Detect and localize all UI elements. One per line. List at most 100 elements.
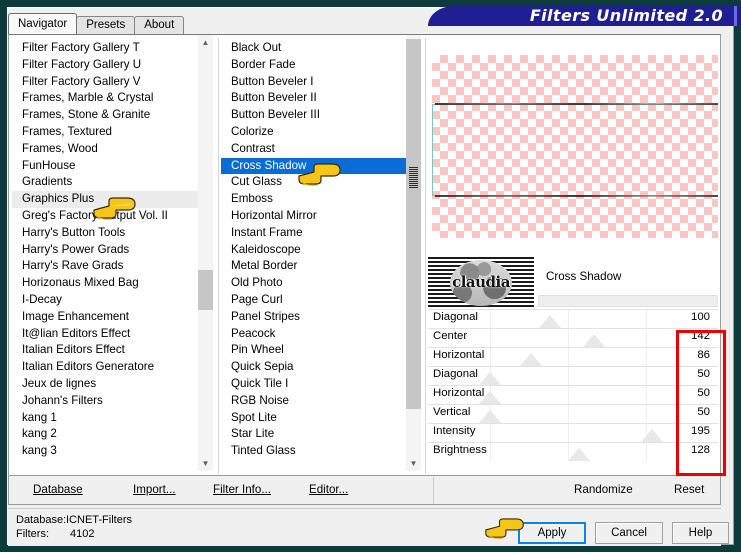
slider-value[interactable]: 50 — [697, 406, 710, 418]
filter-scroll-thumb[interactable] — [406, 39, 421, 409]
slider-value[interactable]: 128 — [691, 444, 710, 456]
category-list-item[interactable]: kang 2 — [12, 426, 200, 443]
filter-list-item[interactable]: Colorize — [221, 124, 406, 141]
action-bar-divider — [433, 477, 434, 504]
slider-row[interactable]: Vertical 50 — [428, 404, 718, 423]
filter-list-scrollbar[interactable]: ▲ ▼ — [406, 35, 421, 471]
category-scroll-thumb[interactable] — [198, 270, 213, 310]
category-list-item[interactable]: Gradients — [12, 174, 200, 191]
database-button[interactable]: Database — [33, 483, 83, 496]
filter-list-item[interactable]: Button Beveler III — [221, 107, 406, 124]
slider-knob[interactable] — [568, 448, 591, 461]
slider-knob[interactable] — [582, 334, 605, 347]
category-list[interactable]: Filter Factory Gallery T Filter Factory G… — [12, 38, 216, 474]
category-list-item[interactable]: Horizonaus Mixed Bag — [12, 275, 200, 292]
filter-list-item[interactable]: Tinted Glass — [221, 443, 406, 460]
filter-list-item[interactable]: Cross Shadow — [221, 157, 406, 175]
filter-list-item[interactable]: Panel Stripes — [221, 309, 406, 326]
slider-knob[interactable] — [539, 315, 562, 328]
filter-list-item[interactable]: Page Curl — [221, 292, 406, 309]
tab-about[interactable]: About — [134, 16, 185, 34]
filter-list-item[interactable]: Star Lite — [221, 426, 406, 443]
preview-selection-rect[interactable] — [432, 103, 718, 197]
slider-label: Horizontal — [433, 387, 485, 399]
slider-knob[interactable] — [640, 429, 663, 442]
category-list-item[interactable]: Frames, Marble & Crystal — [12, 90, 200, 107]
apply-button[interactable]: Apply — [518, 522, 586, 544]
filter-info-button[interactable]: Filter Info... — [213, 483, 271, 496]
category-list-item[interactable]: kang 1 — [12, 410, 200, 427]
slider-value[interactable]: 195 — [691, 425, 710, 437]
slider-knob[interactable] — [478, 372, 501, 385]
category-list-item[interactable]: Frames, Stone & Granite — [12, 107, 200, 124]
filter-list-item[interactable]: Spot Lite — [221, 410, 406, 427]
category-list-item[interactable]: Frames, Wood — [12, 141, 200, 158]
category-list-item[interactable]: It@lian Editors Effect — [12, 326, 200, 343]
scroll-up-icon[interactable]: ▲ — [198, 35, 213, 50]
category-list-item[interactable]: I-Decay — [12, 292, 200, 309]
filter-list[interactable]: Black Out Border Fade Button Beveler I Butt… — [221, 38, 422, 474]
slider-value[interactable]: 142 — [691, 330, 710, 342]
slider-knob[interactable] — [478, 410, 501, 423]
import-button[interactable]: Import... — [133, 483, 176, 496]
filter-list-item[interactable]: Old Photo — [221, 275, 406, 292]
randomize-button[interactable]: Randomize — [574, 483, 633, 496]
tab-navigator[interactable]: Navigator — [8, 13, 78, 34]
scroll-down-icon[interactable]: ▼ — [198, 456, 213, 471]
category-list-item[interactable]: Graphics Plus — [12, 191, 200, 208]
category-list-item[interactable]: Jeux de lignes — [12, 376, 200, 393]
cancel-button[interactable]: Cancel — [595, 522, 663, 544]
filter-list-item[interactable]: Cut Glass — [221, 174, 406, 191]
help-button[interactable]: Help — [672, 522, 729, 544]
slider-value[interactable]: 100 — [691, 311, 710, 323]
filter-list-item[interactable]: Border Fade — [221, 57, 406, 74]
filter-list-item[interactable]: Black Out — [221, 40, 406, 57]
reset-button[interactable]: Reset — [674, 483, 704, 496]
slider-tick — [490, 424, 491, 442]
filter-list-item[interactable]: Quick Sepia — [221, 359, 406, 376]
category-list-item[interactable]: Italian Editors Effect — [12, 342, 200, 359]
filter-list-item[interactable]: Peacock — [221, 326, 406, 343]
category-list-item[interactable]: FunHouse — [12, 158, 200, 175]
slider-row[interactable]: Brightness 128 — [428, 442, 718, 461]
slider-row[interactable]: Horizontal 86 — [428, 347, 718, 366]
category-list-item[interactable]: kang 3 — [12, 443, 200, 460]
filter-list-item[interactable]: Quick Tile I — [221, 376, 406, 393]
category-list-item[interactable]: Frames, Textured — [12, 124, 200, 141]
filter-list-item[interactable]: Kaleidoscope — [221, 242, 406, 259]
category-scroll-track[interactable] — [198, 50, 213, 456]
slider-row[interactable]: Intensity 195 — [428, 423, 718, 442]
category-list-item[interactable]: Filter Factory Gallery V — [12, 74, 200, 91]
category-list-item[interactable]: Johann's Filters — [12, 393, 200, 410]
category-list-item[interactable]: Filter Factory Gallery U — [12, 57, 200, 74]
slider-knob[interactable] — [519, 353, 542, 366]
slider-row[interactable]: Diagonal 50 — [428, 366, 718, 385]
category-list-item[interactable]: Harry's Button Tools — [12, 225, 200, 242]
filter-list-item[interactable]: Contrast — [221, 141, 406, 158]
filter-list-item[interactable]: Button Beveler II — [221, 90, 406, 107]
category-list-item[interactable]: Greg's Factory Output Vol. II — [12, 208, 200, 225]
slider-value[interactable]: 50 — [697, 387, 710, 399]
filter-list-item[interactable]: Instant Frame — [221, 225, 406, 242]
category-list-item[interactable]: Italian Editors Generatore — [12, 359, 200, 376]
slider-value[interactable]: 86 — [697, 349, 710, 361]
filter-list-item[interactable]: Horizontal Mirror — [221, 208, 406, 225]
filter-list-item[interactable]: Button Beveler I — [221, 74, 406, 91]
filter-list-item[interactable]: RGB Noise — [221, 393, 406, 410]
slider-row[interactable]: Horizontal 50 — [428, 385, 718, 404]
preview-area[interactable] — [428, 38, 718, 256]
filter-list-item[interactable]: Metal Border — [221, 258, 406, 275]
slider-row[interactable]: Diagonal 100 — [428, 309, 718, 328]
category-list-item[interactable]: Harry's Power Grads — [12, 242, 200, 259]
slider-value[interactable]: 50 — [697, 368, 710, 380]
category-list-item[interactable]: Filter Factory Gallery T — [12, 40, 200, 57]
tab-presets[interactable]: Presets — [76, 16, 136, 34]
filter-list-item[interactable]: Emboss — [221, 191, 406, 208]
editor-button[interactable]: Editor... — [309, 483, 348, 496]
category-list-item[interactable]: Image Enhancement — [12, 309, 200, 326]
filter-list-item[interactable]: Pin Wheel — [221, 342, 406, 359]
category-list-item[interactable]: Harry's Rave Grads — [12, 258, 200, 275]
category-list-scrollbar[interactable]: ▲ ▼ — [198, 35, 213, 471]
slider-row[interactable]: Center 142 — [428, 328, 718, 347]
scroll-down-icon[interactable]: ▼ — [406, 456, 421, 471]
